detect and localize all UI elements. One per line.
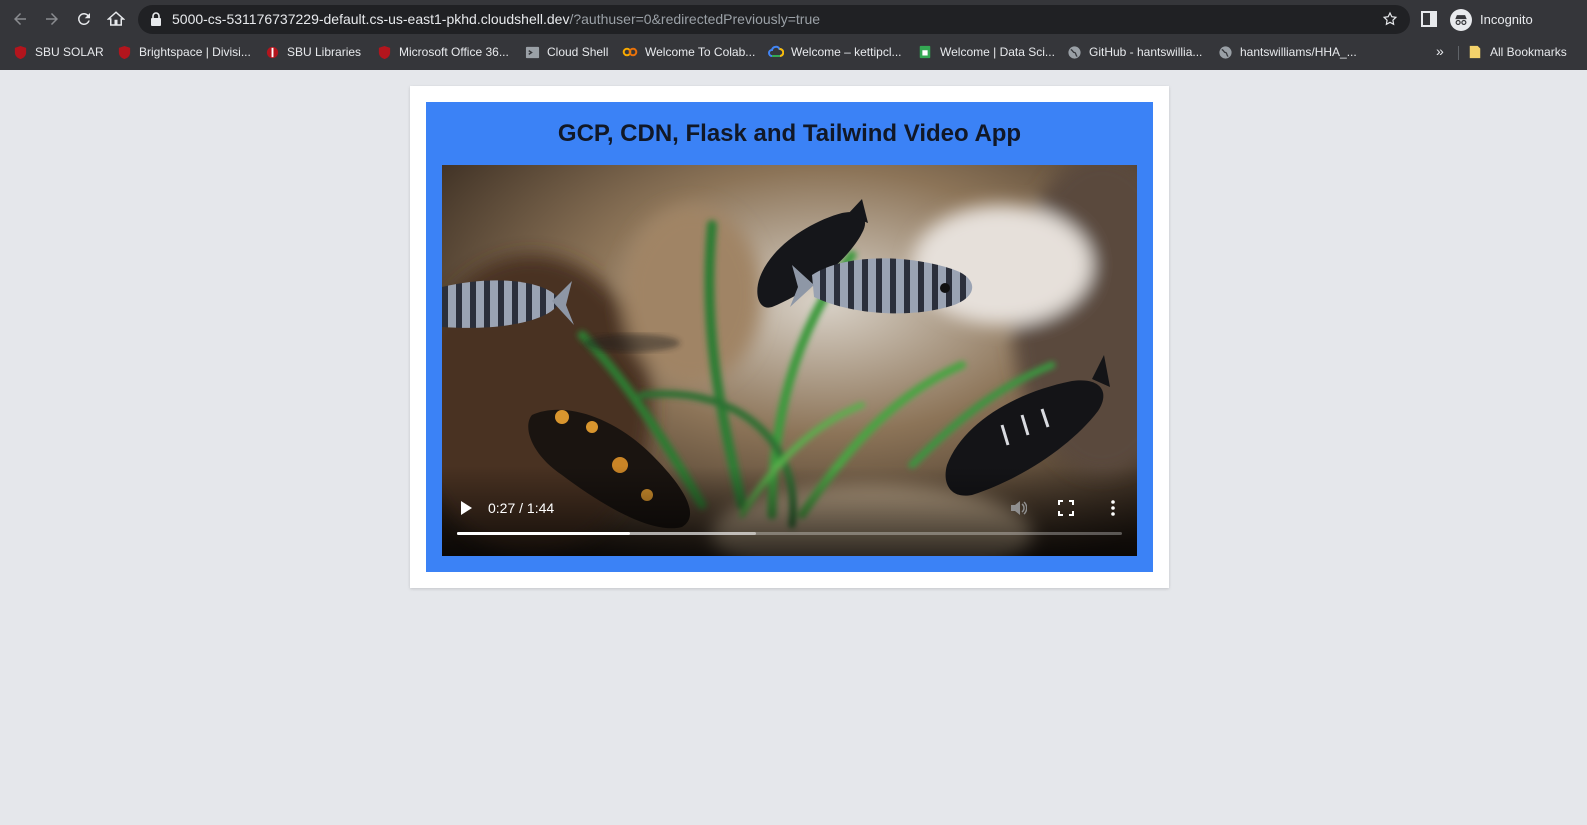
bookmark-item[interactable]: SBU Libraries — [264, 41, 361, 63]
url-host: 5000-cs-531176737229-default.cs-us-east1… — [172, 11, 570, 27]
side-panel-icon[interactable] — [1421, 11, 1437, 27]
arrow-left-icon — [14, 13, 26, 25]
bookmarks-divider — [1458, 46, 1459, 60]
folder-icon — [1467, 44, 1483, 60]
reload-button[interactable] — [72, 7, 96, 31]
reload-icon — [78, 12, 90, 25]
bookmark-item[interactable]: Welcome – kettipcl... — [768, 41, 901, 63]
more-options-icon[interactable] — [1106, 499, 1120, 517]
incognito-icon — [1450, 8, 1472, 31]
bookmark-item[interactable]: Welcome | Data Sci... — [917, 41, 1055, 63]
bookmark-item[interactable]: Microsoft Office 36... — [376, 41, 509, 63]
terminal-icon — [524, 44, 540, 60]
globe-icon — [1217, 44, 1233, 60]
home-button[interactable] — [104, 7, 128, 31]
globe-icon — [1066, 44, 1082, 60]
colab-icon — [622, 44, 638, 60]
bookmark-item[interactable]: GitHub - hantswillia... — [1066, 41, 1202, 63]
shield-icon — [116, 44, 132, 60]
fullscreen-icon[interactable] — [1058, 500, 1074, 516]
torch-icon — [264, 44, 280, 60]
browser-chrome: 5000-cs-531176737229-default.cs-us-east1… — [0, 0, 1587, 70]
played-range — [457, 532, 630, 535]
bookmark-item[interactable]: Cloud Shell — [524, 41, 608, 63]
page-title: GCP, CDN, Flask and Tailwind Video App — [557, 120, 1022, 147]
sheet-icon — [917, 44, 933, 60]
incognito-label: Incognito — [1480, 12, 1533, 27]
forward-button[interactable] — [40, 7, 64, 31]
shield-icon — [12, 44, 28, 60]
time-display: 0:27 / 1:44 — [488, 500, 555, 516]
url-text[interactable]: 5000-cs-531176737229-default.cs-us-east1… — [172, 5, 820, 34]
progress-bar[interactable] — [457, 532, 1122, 535]
incognito-profile-button[interactable]: Incognito — [1450, 7, 1546, 32]
lock-icon — [151, 12, 161, 26]
bookmark-item[interactable]: Brightspace | Divisi... — [116, 41, 251, 63]
volume-icon[interactable] — [1009, 499, 1027, 517]
browser-toolbar: 5000-cs-531176737229-default.cs-us-east1… — [0, 0, 1587, 38]
bookmark-item[interactable]: Welcome To Colab... — [622, 41, 755, 63]
bookmarks-bar: SBU SOLAR Brightspace | Divisi... SBU Li… — [0, 38, 1587, 66]
play-icon[interactable] — [458, 500, 474, 516]
address-bar[interactable]: 5000-cs-531176737229-default.cs-us-east1… — [138, 5, 1410, 34]
video-player[interactable]: 0:27 / 1:44 — [442, 165, 1137, 556]
bookmarks-overflow-button[interactable]: » — [1436, 43, 1444, 59]
page-card: GCP, CDN, Flask and Tailwind Video App 0… — [410, 86, 1169, 588]
bookmark-item[interactable]: hantswilliams/HHA_... — [1217, 41, 1357, 63]
video-panel: GCP, CDN, Flask and Tailwind Video App 0… — [426, 102, 1153, 572]
url-query: /?authuser=0&redirectedPreviously=true — [569, 11, 821, 27]
shield-icon — [376, 44, 392, 60]
home-icon — [107, 11, 125, 26]
cloud-icon — [768, 44, 784, 60]
all-bookmarks-button[interactable]: All Bookmarks — [1467, 41, 1567, 63]
bookmark-item[interactable]: SBU SOLAR — [12, 41, 104, 63]
back-button[interactable] — [8, 7, 32, 31]
bookmark-star-icon[interactable] — [1382, 11, 1398, 27]
arrow-right-icon — [46, 13, 58, 25]
all-bookmarks-label: All Bookmarks — [1490, 45, 1567, 59]
